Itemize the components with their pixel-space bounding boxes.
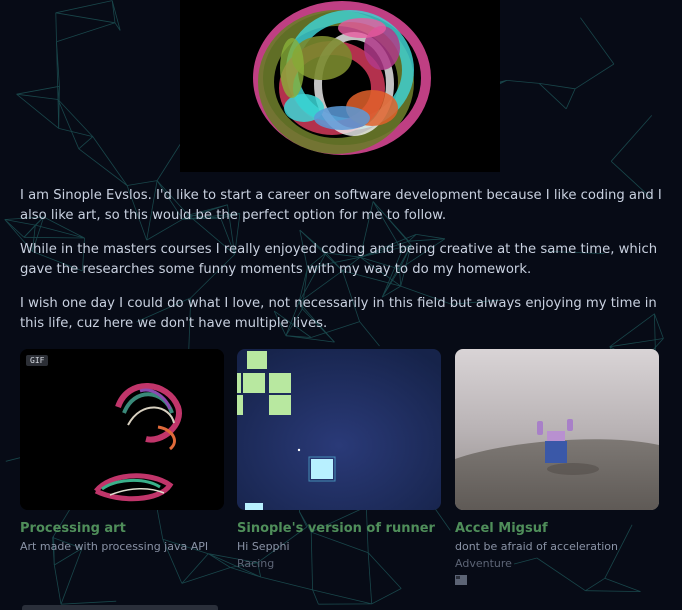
window-icon: [455, 575, 467, 585]
bio-paragraph: While in the masters courses I really en…: [20, 242, 658, 277]
project-thumbnail[interactable]: GIF: [20, 349, 224, 510]
project-card-accel-migsuf[interactable]: Accel Migsuf dont be afraid of accelerat…: [455, 349, 659, 589]
project-genre: Racing: [237, 557, 275, 570]
bio-paragraph: I wish one day I could do what I love, n…: [20, 296, 657, 331]
project-thumbnail[interactable]: [455, 349, 659, 510]
hero-artwork: [180, 0, 500, 172]
project-description: Hi Sepphi: [237, 540, 290, 553]
project-card-runner[interactable]: Sinople's version of runner Hi Sepphi Ra…: [237, 349, 441, 570]
gif-badge: GIF: [26, 355, 49, 366]
bio-paragraph: I am Sinople Evslos. I'd like to start a…: [20, 188, 662, 223]
project-title[interactable]: Sinople's version of runner: [237, 521, 441, 536]
project-description: dont be afraid of acceleration: [455, 540, 619, 553]
project-genre: Adventure: [455, 557, 512, 570]
project-cards: GIF Processing art Art made with process…: [20, 349, 662, 589]
bio-section: I am Sinople Evslos. I'd like to start a…: [20, 186, 666, 348]
project-thumbnail[interactable]: [237, 349, 441, 510]
project-description: Art made with processing java API: [20, 540, 209, 553]
project-card-processing-art[interactable]: GIF Processing art Art made with process…: [20, 349, 224, 553]
project-title[interactable]: Processing art: [20, 521, 224, 536]
next-row-card-edge: [22, 605, 218, 610]
project-title[interactable]: Accel Migsuf: [455, 521, 659, 536]
